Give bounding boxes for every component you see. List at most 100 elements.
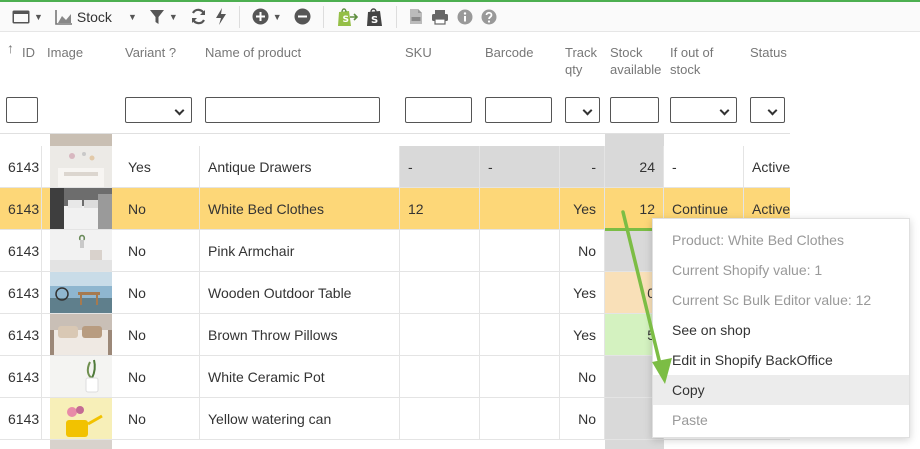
cell-sku[interactable] xyxy=(400,230,480,271)
id-filter-input[interactable] xyxy=(6,97,38,123)
variant-filter-select[interactable] xyxy=(125,97,192,123)
column-header-id[interactable]: ID xyxy=(22,44,35,61)
cell-track-qty[interactable]: Yes xyxy=(560,188,605,229)
cell-if-out-of-stock[interactable]: - xyxy=(664,146,744,187)
sku-filter-input[interactable] xyxy=(405,97,472,123)
column-header-stock-line2: available xyxy=(610,62,662,77)
stock-view-button[interactable]: Stock ▼ xyxy=(51,2,145,32)
table-row[interactable] xyxy=(0,440,790,449)
cell-id[interactable]: 6143 xyxy=(0,398,42,439)
product-thumbnail xyxy=(50,398,112,439)
cell-barcode[interactable] xyxy=(480,230,560,271)
cell-barcode[interactable] xyxy=(480,356,560,397)
table-header: ↑ ID Image Variant ? Name of product SKU… xyxy=(0,34,790,134)
remove-button[interactable] xyxy=(290,2,315,32)
name-filter-input[interactable] xyxy=(205,97,380,123)
cell-variant[interactable]: No xyxy=(112,356,200,397)
cell-track-qty[interactable]: No xyxy=(560,356,605,397)
cell-barcode[interactable] xyxy=(480,398,560,439)
toolbar-divider xyxy=(395,5,397,28)
status-filter-select[interactable] xyxy=(750,97,785,123)
cell-id[interactable]: 6143 xyxy=(0,230,42,271)
menu-item-edit-backoffice[interactable]: Edit in Shopify BackOffice xyxy=(653,345,909,375)
table-row[interactable]: 6143 Yes Antique Drawers - - - 24 - Acti… xyxy=(0,146,790,188)
barcode-filter-input[interactable] xyxy=(485,97,552,123)
cell-name[interactable]: White Bed Clothes xyxy=(200,188,400,229)
cell-sku[interactable] xyxy=(400,314,480,355)
toolbar: ▼ Stock ▼ ▼ ▼ S S xyxy=(0,2,920,32)
cell-variant[interactable]: Yes xyxy=(112,146,200,187)
column-header-track-qty[interactable]: Track qty xyxy=(565,44,597,78)
cell-track-qty[interactable]: - xyxy=(560,146,605,187)
print-button[interactable] xyxy=(427,2,453,32)
stock-filter-input[interactable] xyxy=(610,97,659,123)
cell-stock[interactable]: 24 xyxy=(605,146,664,187)
menu-item-product: Product: White Bed Clothes xyxy=(672,232,844,248)
cell-id[interactable]: 6143 xyxy=(0,356,42,397)
cell-sku[interactable] xyxy=(400,272,480,313)
cell-track-qty[interactable]: No xyxy=(560,398,605,439)
csv-export-button[interactable] xyxy=(405,2,427,32)
if-out-of-stock-filter-select[interactable] xyxy=(670,97,737,123)
column-header-sku[interactable]: SKU xyxy=(405,44,432,61)
cell-sku[interactable]: 12 xyxy=(400,188,480,229)
sort-asc-icon[interactable]: ↑ xyxy=(7,40,14,57)
add-button[interactable]: ▼ xyxy=(248,2,290,32)
cell-name[interactable]: Pink Armchair xyxy=(200,230,400,271)
cell-id[interactable]: 6143 xyxy=(0,188,42,229)
cell-variant[interactable]: No xyxy=(112,272,200,313)
cell-barcode[interactable]: - xyxy=(480,146,560,187)
cell-id[interactable]: 6143 xyxy=(0,146,42,187)
toolbar-divider xyxy=(322,5,324,28)
product-thumbnail xyxy=(50,188,112,229)
product-thumbnail xyxy=(50,230,112,271)
track-qty-filter-select[interactable] xyxy=(565,97,600,123)
menu-item-paste[interactable]: Paste xyxy=(653,405,909,435)
plus-circle-icon xyxy=(252,8,269,25)
cell-sku[interactable] xyxy=(400,398,480,439)
cell-id[interactable]: 6143 xyxy=(0,314,42,355)
chevron-down-icon: ▼ xyxy=(272,11,282,22)
filter-button[interactable]: ▼ xyxy=(145,2,186,32)
cell-variant[interactable]: No xyxy=(112,188,200,229)
cell-status[interactable]: Active xyxy=(744,146,790,187)
cell-variant[interactable]: No xyxy=(112,314,200,355)
cell-name[interactable]: Yellow watering can xyxy=(200,398,400,439)
cell-track-qty[interactable]: Yes xyxy=(560,272,605,313)
column-header-name[interactable]: Name of product xyxy=(205,44,301,61)
stock-view-label: Stock xyxy=(76,8,112,25)
cell-sku[interactable]: - xyxy=(400,146,480,187)
cell-name[interactable]: Brown Throw Pillows xyxy=(200,314,400,355)
layout-menu-button[interactable]: ▼ xyxy=(8,2,51,32)
chevron-down-icon: ▼ xyxy=(127,11,137,22)
refresh-button[interactable] xyxy=(186,2,211,32)
cell-barcode[interactable] xyxy=(480,314,560,355)
cell-id[interactable]: 6143 xyxy=(0,272,42,313)
column-header-status[interactable]: Status xyxy=(750,44,787,61)
cell-sku[interactable] xyxy=(400,356,480,397)
shopify-button[interactable]: S xyxy=(362,2,388,32)
cell-name[interactable]: Antique Drawers xyxy=(200,146,400,187)
cell-barcode[interactable] xyxy=(480,272,560,313)
cell-track-qty[interactable]: Yes xyxy=(560,314,605,355)
cell-variant[interactable]: No xyxy=(112,230,200,271)
filter-icon xyxy=(149,9,164,24)
column-header-stock[interactable]: Stock available xyxy=(610,44,661,78)
cell-barcode[interactable] xyxy=(480,188,560,229)
column-header-variant[interactable]: Variant ? xyxy=(125,44,176,61)
column-header-if-out-of-stock[interactable]: If out of stock xyxy=(670,44,713,78)
chevron-down-icon: ▼ xyxy=(34,11,43,22)
cell-name[interactable]: Wooden Outdoor Table xyxy=(200,272,400,313)
cell-track-qty[interactable]: No xyxy=(560,230,605,271)
product-thumbnail xyxy=(50,314,112,355)
menu-item-see-on-shop[interactable]: See on shop xyxy=(653,315,909,345)
menu-item-copy[interactable]: Copy xyxy=(653,375,909,405)
cell-variant[interactable]: No xyxy=(112,398,200,439)
shopify-sync-button[interactable]: S xyxy=(332,2,362,32)
quick-action-button[interactable] xyxy=(211,2,231,32)
column-header-barcode[interactable]: Barcode xyxy=(485,44,533,61)
column-header-image[interactable]: Image xyxy=(47,44,83,61)
help-button[interactable] xyxy=(477,2,501,32)
info-button[interactable] xyxy=(453,2,477,32)
cell-name[interactable]: White Ceramic Pot xyxy=(200,356,400,397)
